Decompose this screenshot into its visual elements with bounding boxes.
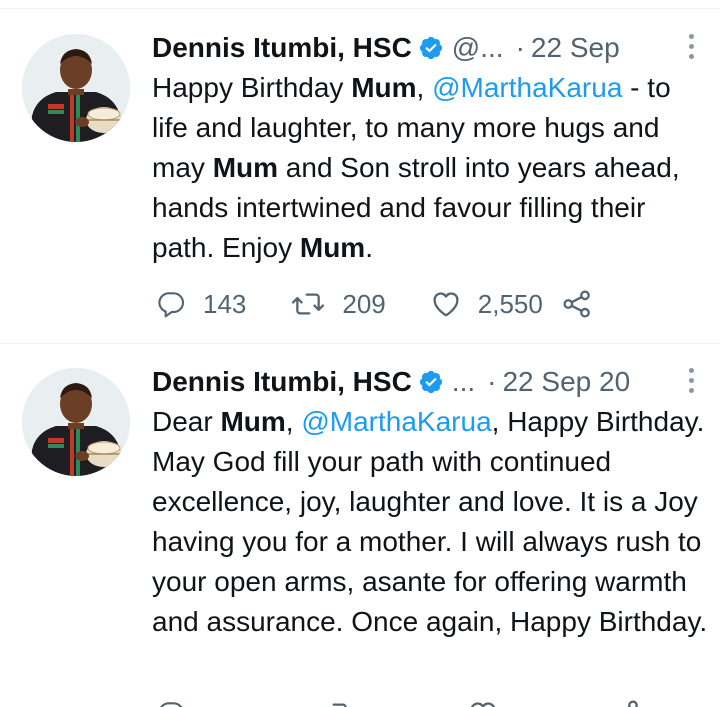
separator: ·: [487, 366, 497, 397]
tweet-header: Dennis Itumbi, HSC @... · 22 Sep: [152, 28, 702, 68]
verified-badge-icon: [418, 369, 444, 395]
tweet-date[interactable]: 22 Sep 20: [502, 366, 630, 398]
bold-text: Mum: [351, 72, 417, 103]
tweet-actions: 143 209 2,550: [155, 286, 593, 322]
tweet-feed: Dennis Itumbi, HSC @... · 22 Sep Happy B…: [0, 0, 720, 707]
more-options-icon[interactable]: [681, 366, 702, 395]
verified-badge-icon: [418, 35, 444, 61]
tweet-date[interactable]: 22 Sep: [531, 32, 620, 64]
tweet[interactable]: Dennis Itumbi, HSC @... · 22 Sep Happy B…: [0, 10, 720, 344]
like-count: 2,550: [477, 288, 543, 319]
reply-icon: [160, 702, 183, 707]
reply-icon: [158, 292, 185, 318]
bold-text: Mum: [299, 232, 366, 263]
like-button[interactable]: [467, 698, 499, 707]
retweet-button[interactable]: [317, 698, 353, 707]
share-icon: [627, 700, 638, 707]
tweet-actions: [155, 696, 641, 707]
retweet-icon: [292, 293, 325, 315]
avatar-image: [22, 34, 130, 142]
bold-text: Mum: [220, 406, 286, 437]
separator: ·: [515, 32, 525, 63]
mention-link[interactable]: @MarthaKarua: [301, 406, 491, 437]
tweet-text: Dear Mum, @MarthaKarua, Happy Birthday. …: [152, 406, 708, 637]
mention-link[interactable]: @MarthaKarua: [432, 72, 622, 103]
avatar[interactable]: [22, 34, 130, 142]
retweet-count: 209: [342, 288, 386, 319]
author-handle[interactable]: @...: [452, 32, 504, 64]
bold-text: Mum: [212, 152, 279, 183]
reply-count: 143: [203, 288, 247, 319]
heart-icon: [433, 292, 459, 317]
heart-icon: [470, 702, 496, 707]
reply-button[interactable]: [155, 698, 187, 707]
tweet-text: Happy Birthday Mum, @MarthaKarua - to li…: [152, 72, 680, 263]
author-name[interactable]: Dennis Itumbi, HSC: [152, 32, 412, 64]
author-handle[interactable]: ...: [452, 366, 475, 398]
author-name[interactable]: Dennis Itumbi, HSC: [152, 366, 412, 398]
tweet-header: Dennis Itumbi, HSC ... · 22 Sep 20: [152, 362, 702, 402]
avatar[interactable]: [22, 368, 130, 476]
share-icon: [563, 290, 590, 318]
divider: [0, 0, 720, 9]
more-options-icon[interactable]: [681, 32, 702, 61]
share-button[interactable]: [561, 288, 593, 320]
retweet-button[interactable]: 209: [290, 288, 386, 320]
like-button[interactable]: 2,550: [430, 288, 543, 320]
share-button[interactable]: [609, 698, 641, 707]
retweet-icon: [324, 703, 347, 707]
tweet[interactable]: Dennis Itumbi, HSC ... · 22 Sep 20 Dear …: [0, 344, 720, 707]
reply-button[interactable]: 143: [155, 288, 246, 320]
avatar-image: [22, 368, 130, 476]
